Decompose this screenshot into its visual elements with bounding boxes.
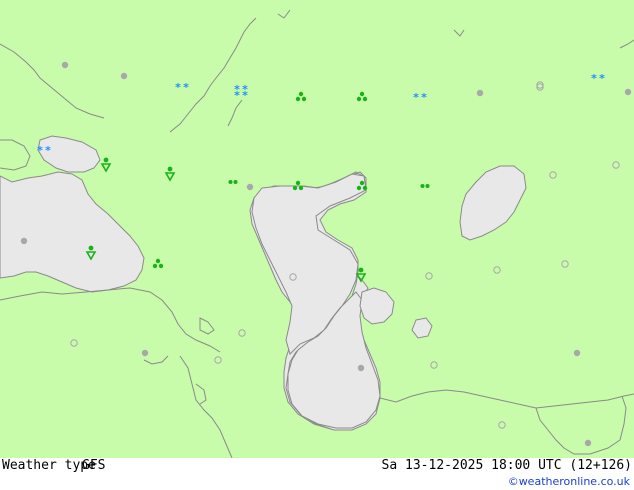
- valid-time-label: Sa 13-12-2025 18:00 UTC (12+126): [381, 458, 632, 473]
- overcast-dot-icon: [61, 61, 69, 69]
- svg-text:*: *: [234, 83, 240, 96]
- svg-text:*: *: [413, 91, 419, 104]
- overcast-dot-icon: [624, 88, 632, 96]
- credit-link[interactable]: ©weatheronline.co.uk: [508, 475, 630, 488]
- svg-text:*: *: [37, 144, 43, 157]
- svg-text:*: *: [45, 144, 51, 157]
- cloudy-ring-icon: [120, 72, 128, 80]
- footer-bar: Weather type GFS Sa 13-12-2025 18:00 UTC…: [0, 458, 634, 490]
- svg-text:*: *: [183, 81, 189, 94]
- svg-text:*: *: [599, 72, 605, 85]
- weather-type-map[interactable]: * ** ** ** ** ** *: [0, 0, 634, 458]
- svg-text:*: *: [421, 91, 427, 104]
- overcast-dot-icon: [476, 89, 484, 97]
- model-label: GFS: [82, 458, 106, 473]
- overcast-dot-icon: [573, 349, 581, 357]
- svg-text:*: *: [242, 83, 248, 96]
- svg-text:*: *: [175, 81, 181, 94]
- svg-text:*: *: [591, 72, 597, 85]
- overcast-dot-icon: [584, 439, 592, 447]
- overcast-dot-icon: [20, 237, 28, 245]
- overcast-dot-icon: [246, 183, 254, 191]
- overcast-dot-icon: [141, 349, 149, 357]
- overcast-dot-icon: [357, 364, 365, 372]
- weather-map-frame: * * * * * * * * * * * * Weather type GFS Sa 13-12-2…: [0, 0, 634, 490]
